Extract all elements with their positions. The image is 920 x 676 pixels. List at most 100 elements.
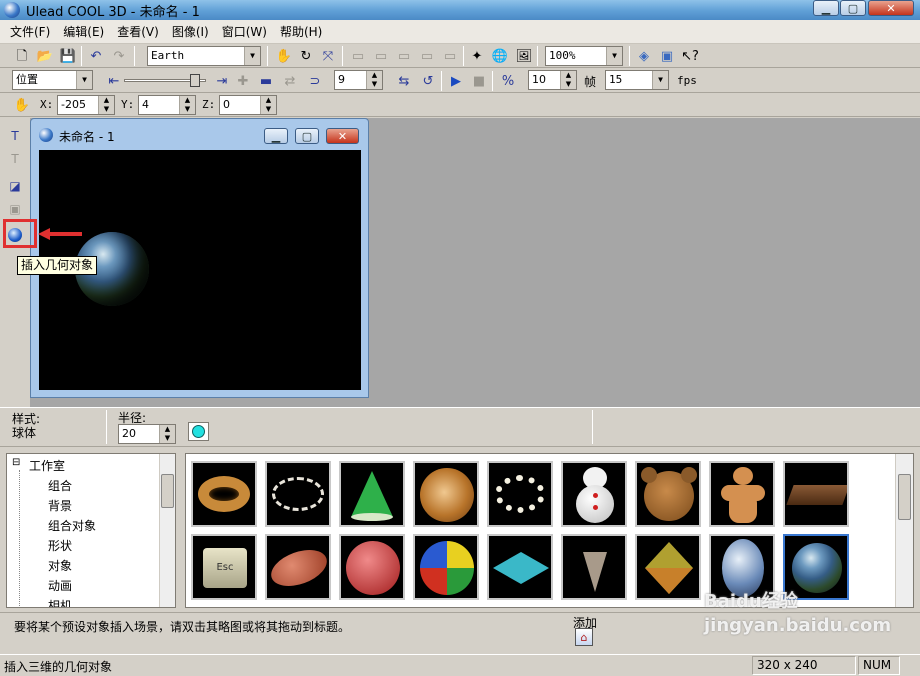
edit-text-icon[interactable]: T xyxy=(6,150,24,168)
edit-graphic-icon[interactable]: ▣ xyxy=(6,200,24,218)
x-spinner[interactable]: -205 ▲ ▼ xyxy=(57,95,115,115)
frame-rate-icon[interactable]: % xyxy=(498,71,518,91)
menu-help[interactable]: 帮助(H) xyxy=(280,23,322,40)
first-frame-icon[interactable]: ⇤ xyxy=(104,71,124,91)
doc-minimize-button[interactable]: ▁ xyxy=(264,128,288,144)
timeline-slider[interactable] xyxy=(124,74,206,88)
refresh-icon[interactable]: ↺ xyxy=(418,71,438,91)
color-picker[interactable] xyxy=(188,422,209,441)
open-folder-icon[interactable]: 📂 xyxy=(35,46,55,66)
tree-item[interactable]: 背景 xyxy=(48,497,72,514)
thumb-chocolate-bar[interactable] xyxy=(783,461,849,527)
close-button[interactable]: ✕ xyxy=(868,0,914,16)
pingpong-icon[interactable]: ⇆ xyxy=(394,71,414,91)
move-hand-icon[interactable]: ✋ xyxy=(12,95,32,115)
y-spinner[interactable]: 4 ▲ ▼ xyxy=(138,95,196,115)
tree-item[interactable]: 组合 xyxy=(48,477,72,494)
resize-icon[interactable]: ⤧ xyxy=(318,46,338,66)
thumb-cone[interactable] xyxy=(339,461,405,527)
last-frame-icon[interactable]: ⇥ xyxy=(212,71,232,91)
menu-edit[interactable]: 编辑(E) xyxy=(63,23,104,40)
spinner-arrows-icon[interactable]: ▲ ▼ xyxy=(366,71,382,89)
effects-icon[interactable]: ◈ xyxy=(634,46,654,66)
total-frames-spinner[interactable]: 10 ▲ ▼ xyxy=(528,70,577,90)
tree-item[interactable]: 相机 xyxy=(48,597,72,607)
thumb-drill-bit[interactable] xyxy=(561,534,627,600)
thumb-basketball[interactable] xyxy=(339,534,405,600)
slider-handle[interactable] xyxy=(190,74,200,87)
thumb-beach-ball[interactable] xyxy=(413,534,479,600)
doc-maximize-button[interactable]: ▢ xyxy=(295,128,319,144)
collapse-icon[interactable]: ⊟ xyxy=(12,457,20,468)
picture-icon[interactable]: 🖼 xyxy=(514,46,534,66)
fps-select[interactable]: 15 ▼ xyxy=(605,70,669,90)
menu-image[interactable]: 图像(I) xyxy=(172,23,209,40)
menu-view[interactable]: 查看(V) xyxy=(117,23,159,40)
tree-item[interactable]: 组合对象 xyxy=(48,517,96,534)
gallery-scrollbar[interactable] xyxy=(895,454,913,607)
spinner-arrows-icon[interactable]: ▲ ▼ xyxy=(98,96,114,114)
menu-file[interactable]: 文件(F) xyxy=(10,23,50,40)
save-icon[interactable]: 💾 xyxy=(58,46,78,66)
tree-item[interactable]: 对象 xyxy=(48,557,72,574)
thumb-bear[interactable] xyxy=(635,461,701,527)
remove-keyframe-icon[interactable]: ▬ xyxy=(256,71,276,91)
thumb-snowman[interactable] xyxy=(561,461,627,527)
thumb-esc-key[interactable]: Esc xyxy=(191,534,257,600)
tree-item[interactable]: 动画 xyxy=(48,577,72,594)
thumb-donut[interactable] xyxy=(191,461,257,527)
rotate-icon[interactable]: ↻ xyxy=(296,46,316,66)
scroll-thumb[interactable] xyxy=(898,474,911,520)
thumb-earth[interactable] xyxy=(783,534,849,600)
scroll-thumb[interactable] xyxy=(161,474,174,508)
thumb-swirl-disc[interactable] xyxy=(413,461,479,527)
tree-root[interactable]: 工作室 xyxy=(29,457,65,474)
align-center-icon[interactable]: ▭ xyxy=(371,46,391,66)
thumb-spinning-top[interactable] xyxy=(487,534,553,600)
thumb-egg[interactable] xyxy=(709,534,775,600)
add-keyframe-icon[interactable]: ✚ xyxy=(233,71,253,91)
spinner-arrows-icon[interactable]: ▲ ▼ xyxy=(159,425,175,443)
property-select[interactable]: 位置 ▼ xyxy=(12,70,93,90)
light-icon[interactable]: ✦ xyxy=(467,46,487,66)
align-top-icon[interactable]: ▭ xyxy=(417,46,437,66)
globe-icon[interactable]: 🌐 xyxy=(490,46,510,66)
menu-window[interactable]: 窗口(W) xyxy=(222,23,267,40)
doc-close-button[interactable]: ✕ xyxy=(326,128,359,144)
spinner-arrows-icon[interactable]: ▲ ▼ xyxy=(260,96,276,114)
add-button[interactable]: ⌂ xyxy=(575,628,593,646)
thumb-football[interactable] xyxy=(265,534,331,600)
plugin-icon[interactable]: ▣ xyxy=(657,46,677,66)
radius-spinner[interactable]: 20 ▲ ▼ xyxy=(118,424,176,444)
thumb-ring[interactable] xyxy=(265,461,331,527)
thumb-pearl-necklace[interactable] xyxy=(487,461,553,527)
reverse-icon[interactable]: ⇄ xyxy=(280,71,300,91)
spinner-arrows-icon[interactable]: ▲ ▼ xyxy=(560,71,576,89)
redo-icon[interactable]: ↷ xyxy=(109,46,129,66)
maximize-button[interactable]: ▢ xyxy=(840,0,866,16)
z-spinner[interactable]: 0 ▲ ▼ xyxy=(219,95,277,115)
hand-icon[interactable]: ✋ xyxy=(274,46,294,66)
main-toolbar: 🗋 📂 💾 ↶ ↷ Earth ▼ ✋ ↻ ⤧ ▭ ▭ ▭ ▭ ▭ ✦ 🌐 🖼 … xyxy=(0,45,920,68)
stop-icon[interactable]: ■ xyxy=(469,71,489,91)
align-right-icon[interactable]: ▭ xyxy=(394,46,414,66)
tree-item-selected[interactable]: 形状 xyxy=(48,537,72,554)
help-pointer-icon[interactable]: ↖? xyxy=(680,46,700,66)
highlight-box xyxy=(3,219,37,248)
font-select[interactable]: Earth ▼ xyxy=(147,46,261,66)
undo-icon[interactable]: ↶ xyxy=(86,46,106,66)
insert-text-icon[interactable]: T xyxy=(6,127,24,145)
tree-scrollbar[interactable] xyxy=(159,454,175,607)
zoom-select[interactable]: 100% ▼ xyxy=(545,46,623,66)
play-icon[interactable]: ▶ xyxy=(446,71,466,91)
new-file-icon[interactable]: 🗋 xyxy=(12,46,32,66)
spinner-arrows-icon[interactable]: ▲ ▼ xyxy=(179,96,195,114)
thumb-gingerbread[interactable] xyxy=(709,461,775,527)
thumb-cone-face[interactable] xyxy=(635,534,701,600)
loop-icon[interactable]: ⊃ xyxy=(305,71,325,91)
align-bottom-icon[interactable]: ▭ xyxy=(440,46,460,66)
minimize-button[interactable]: ▁ xyxy=(813,0,839,16)
insert-graphic-icon[interactable]: ◪ xyxy=(6,177,24,195)
current-frame-spinner[interactable]: 9 ▲ ▼ xyxy=(334,70,383,90)
align-left-icon[interactable]: ▭ xyxy=(348,46,368,66)
